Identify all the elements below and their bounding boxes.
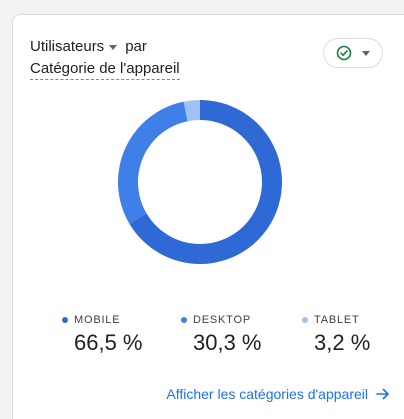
data-quality-button[interactable] — [323, 38, 383, 68]
view-device-categories-link[interactable]: Afficher les catégories d'appareil — [166, 386, 390, 402]
by-label: par — [125, 38, 147, 55]
legend-dot-mobile — [62, 317, 68, 323]
legend-value-tablet: 3,2 % — [314, 330, 371, 355]
legend-item-mobile: MOBILE 66,5 % — [62, 314, 143, 356]
metric-label: Utilisateurs — [30, 38, 105, 55]
donut-svg — [118, 100, 282, 264]
legend-dot-tablet — [302, 317, 308, 323]
legend-dot-desktop — [181, 317, 187, 323]
legend-value-mobile: 66,5 % — [74, 330, 143, 355]
legend-label-desktop: DESKTOP — [193, 314, 251, 326]
chart-legend: MOBILE 66,5 % DESKTOP 30,3 % TABLET 3,2 … — [0, 314, 404, 364]
chevron-down-icon[interactable] — [109, 45, 118, 50]
donut-slice-desktop[interactable] — [118, 101, 188, 224]
check-circle-icon — [336, 45, 352, 61]
legend-label-tablet: TABLET — [314, 314, 360, 326]
card-title: Utilisateurs par — [30, 38, 147, 55]
legend-value-desktop: 30,3 % — [193, 330, 262, 355]
chevron-down-icon — [362, 50, 370, 56]
arrow-right-icon — [376, 388, 389, 400]
view-device-categories-label: Afficher les catégories d'appareil — [166, 386, 368, 402]
metric-selector[interactable]: Utilisateurs — [30, 38, 104, 55]
legend-label-mobile: MOBILE — [74, 314, 121, 326]
dimension-selector[interactable]: Catégorie de l'appareil — [30, 60, 180, 80]
legend-item-tablet: TABLET 3,2 % — [302, 314, 370, 356]
donut-chart — [118, 100, 282, 264]
legend-item-desktop: DESKTOP 30,3 % — [181, 314, 262, 356]
